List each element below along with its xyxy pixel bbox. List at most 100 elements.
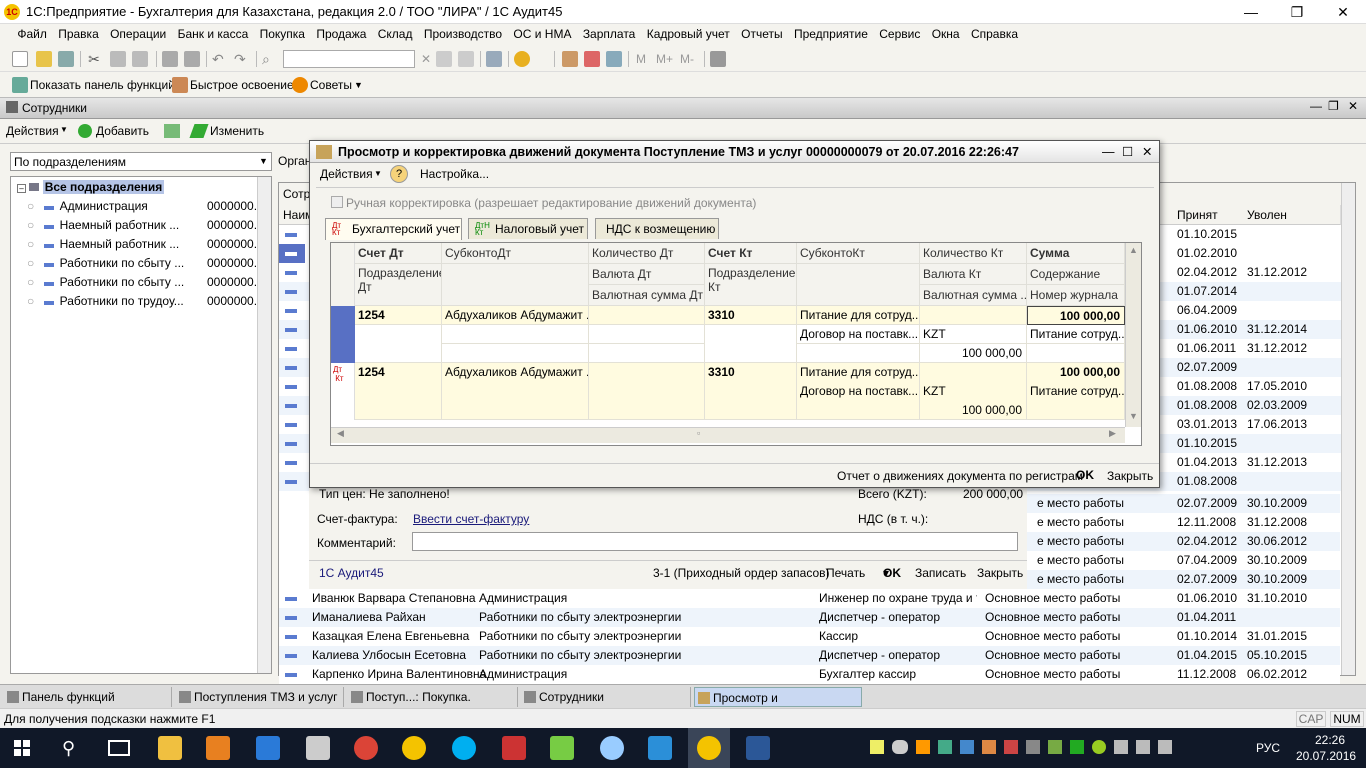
lang-indicator[interactable]: РУС: [1256, 741, 1280, 755]
cell-acc-dt[interactable]: 1254: [355, 306, 442, 325]
cell-cur-kt[interactable]: KZT: [920, 325, 1027, 344]
tab-accounting[interactable]: Дт Кт Бухгалтерский учет: [325, 218, 462, 240]
cell-cursum-kt[interactable]: 100 000,00: [920, 401, 1027, 420]
tips-button[interactable]: Советы: [310, 78, 352, 92]
search-prev-icon[interactable]: [458, 51, 474, 67]
cell-acc-dt[interactable]: 1254: [355, 363, 442, 420]
menu-bank[interactable]: Банк и касса: [174, 24, 253, 44]
cell-content[interactable]: Питание сотруд...: [1027, 382, 1125, 420]
info-icon[interactable]: [514, 51, 530, 67]
add-button[interactable]: Добавить: [96, 124, 149, 138]
clear-search-icon[interactable]: ✕: [418, 51, 434, 67]
cell-sub-dt[interactable]: Абдухаликов Абдумажит ...: [442, 306, 589, 325]
comment-input[interactable]: [412, 532, 1018, 551]
tools-icon[interactable]: [710, 51, 726, 67]
menu-service[interactable]: Сервис: [875, 24, 924, 44]
tree-item[interactable]: ○ Наемный работник ... 0000000...: [27, 216, 264, 235]
min-icon[interactable]: —: [1310, 99, 1322, 113]
menu-enterprise[interactable]: Предприятие: [790, 24, 872, 44]
doc-close-button[interactable]: Закрыть: [977, 566, 1023, 580]
calculator-icon[interactable]: [562, 51, 578, 67]
onec-icon[interactable]: [402, 736, 426, 760]
dialog-min-icon[interactable]: —: [1102, 141, 1115, 163]
show-panel-button[interactable]: Показать панель функций: [30, 78, 175, 92]
close-sub-icon[interactable]: ✕: [1348, 99, 1358, 113]
cell-sub-kt[interactable]: Питание для сотруд...: [797, 363, 920, 382]
chat-icon[interactable]: [600, 736, 624, 760]
cell-acc-kt[interactable]: 3310: [705, 306, 797, 325]
table-row[interactable]: Казацкая Елена Евгеньевна Работники по сб…: [279, 627, 1340, 646]
outlook-icon[interactable]: [206, 736, 230, 760]
find-icon[interactable]: [184, 51, 200, 67]
memory-plus-icon[interactable]: M+: [656, 51, 673, 67]
menu-edit[interactable]: Правка: [54, 24, 103, 44]
report-link[interactable]: Отчет о движениях документа по регистрам: [837, 469, 1083, 483]
menu-hr[interactable]: Кадровый учет: [643, 24, 734, 44]
wtab-employees[interactable]: Сотрудники: [521, 687, 691, 707]
word-icon[interactable]: [746, 736, 770, 760]
search-task-icon[interactable]: ⚲: [62, 738, 75, 759]
media-icon[interactable]: [256, 736, 280, 760]
cell-qty-kt[interactable]: [920, 363, 1027, 382]
cell-sub-kt2[interactable]: Договор на поставк...: [797, 382, 920, 420]
search-icon[interactable]: ⌕: [262, 51, 278, 67]
dialog-close-button[interactable]: Закрыть: [1107, 469, 1153, 483]
row-dtkt-icon[interactable]: Дт Кт: [331, 363, 355, 420]
table-row[interactable]: е место работы 02.07.2009 30.10.2009: [1027, 494, 1340, 513]
menu-production[interactable]: Производство: [420, 24, 506, 44]
quick-learning-button[interactable]: Быстрое освоение: [190, 78, 294, 92]
help-icon[interactable]: ?: [390, 165, 408, 183]
search-input[interactable]: [283, 50, 415, 68]
skype-icon[interactable]: [452, 736, 476, 760]
tree-item[interactable]: ○ Работники по сбыту ... 0000000...: [27, 273, 264, 292]
actions-menu[interactable]: Действия: [6, 124, 59, 138]
cell-qty-dt[interactable]: [589, 363, 705, 420]
restore-icon[interactable]: ❐: [1274, 2, 1320, 22]
delete-icon[interactable]: [162, 51, 178, 67]
clock-date[interactable]: 20.07.2016: [1296, 749, 1356, 763]
calculator-app-icon[interactable]: [306, 736, 330, 760]
redo-icon[interactable]: ↷: [234, 51, 250, 67]
table-row[interactable]: е место работы 12.11.2008 31.12.2008: [1027, 513, 1340, 532]
app-icon[interactable]: [502, 736, 526, 760]
cut-icon[interactable]: ✂: [86, 51, 102, 67]
cell-cursum-kt[interactable]: 100 000,00: [920, 344, 1027, 363]
dialog-close-icon[interactable]: ✕: [1142, 141, 1152, 163]
col-fired[interactable]: Уволен: [1247, 208, 1287, 222]
v-scrollbar[interactable]: ▲ ▼: [1125, 243, 1141, 427]
menu-sale[interactable]: Продажа: [312, 24, 370, 44]
clock-time[interactable]: 22:26: [1306, 733, 1354, 747]
menu-file[interactable]: Файл: [13, 24, 51, 44]
tab-tax[interactable]: ДтН Кт Налоговый учет: [468, 218, 588, 239]
wtab-receipts[interactable]: Поступления ТМЗ и услуг: [176, 687, 344, 707]
tab-vat[interactable]: НДС к возмещению: [595, 218, 719, 239]
task-view-icon[interactable]: [108, 740, 130, 756]
doc-save-button[interactable]: Записать: [915, 566, 966, 580]
doc-ok-button[interactable]: OK: [883, 566, 901, 580]
close-icon[interactable]: ✕: [1320, 2, 1366, 22]
cell-sub-dt[interactable]: Абдухаликов Абдумажит ...: [442, 363, 589, 420]
dialog-ok-button[interactable]: OK: [1076, 468, 1094, 482]
wtab-receipt-doc[interactable]: Поступ...: Покупка. Проведен: [348, 687, 518, 724]
chevron-down-icon[interactable]: ▼: [354, 80, 363, 90]
windows-icon[interactable]: [486, 51, 502, 67]
onec-active-icon[interactable]: [697, 736, 721, 760]
cell-sum[interactable]: 100 000,00: [1027, 306, 1125, 325]
print-button[interactable]: Печать: [826, 566, 865, 580]
invoice-link[interactable]: Ввести счет-фактуру: [413, 512, 529, 526]
cell-cur-kt[interactable]: KZT: [920, 382, 1027, 401]
minimize-icon[interactable]: —: [1228, 2, 1274, 22]
undo-icon[interactable]: ↶: [212, 51, 228, 67]
save-icon[interactable]: [58, 51, 74, 67]
menu-help[interactable]: Справка: [967, 24, 1022, 44]
menu-windows[interactable]: Окна: [928, 24, 964, 44]
cell-sub-kt[interactable]: Питание для сотруд...: [797, 306, 920, 325]
table-row[interactable]: Карпенко Ирина Валентиновна Администрация…: [279, 665, 1340, 684]
menu-assets[interactable]: ОС и НМА: [509, 24, 575, 44]
explorer-icon[interactable]: [158, 736, 182, 760]
copy-icon[interactable]: [110, 51, 126, 67]
col-hired[interactable]: Принят: [1177, 208, 1218, 222]
table-row[interactable]: е место работы 02.07.2009 30.10.2009: [1027, 570, 1340, 589]
cell-acc-kt[interactable]: 3310: [705, 363, 797, 420]
android-icon[interactable]: [550, 736, 574, 760]
